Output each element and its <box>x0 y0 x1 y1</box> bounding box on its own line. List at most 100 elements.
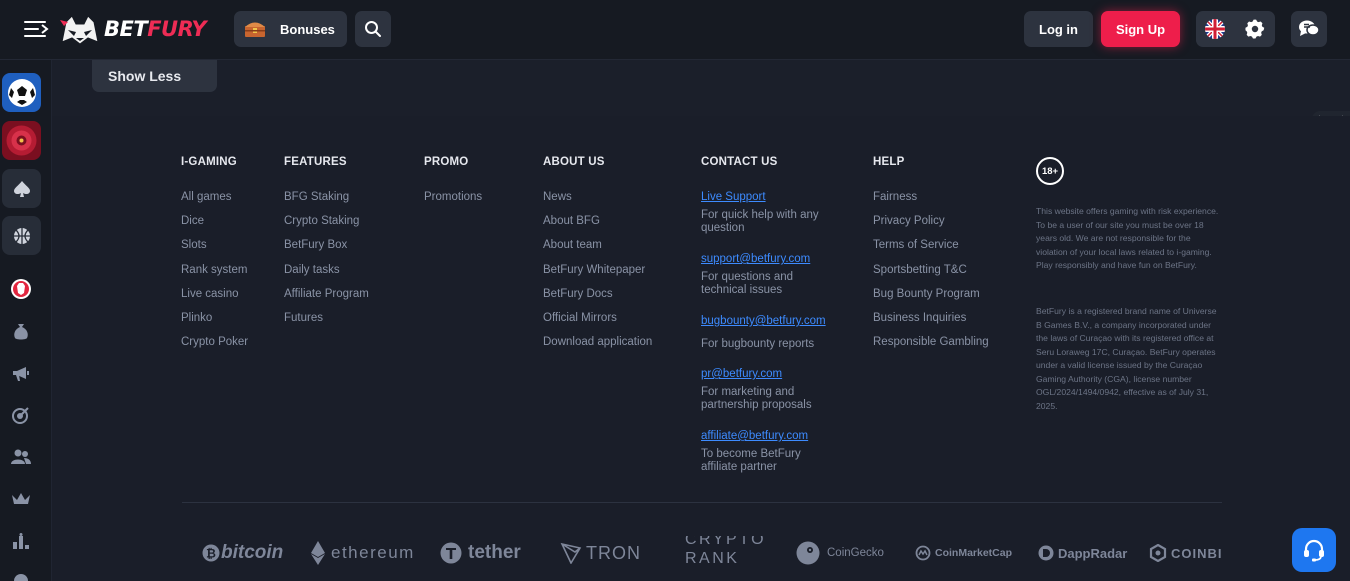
footer-link[interactable]: About BFG <box>543 215 652 229</box>
column-title: CONTACT US <box>701 156 778 168</box>
footer-link[interactable]: Terms of Service <box>873 239 989 253</box>
contact-desc: For marketing and <box>701 386 795 398</box>
footer-link[interactable]: Sportsbetting T&C <box>873 264 989 278</box>
cryptorank-logo: CRYPTO RANK <box>685 536 767 567</box>
signup-button[interactable]: Sign Up <box>1101 11 1180 47</box>
dappradar-icon <box>1038 545 1054 561</box>
footer-link[interactable]: Bug Bounty Program <box>873 288 989 302</box>
contact-desc: For quick help with any <box>701 209 819 221</box>
footer-column-promo: PROMO Promotions <box>424 156 482 215</box>
chat-button[interactable] <box>1291 11 1327 47</box>
svg-text:₿: ₿ <box>206 547 216 561</box>
leaderboard-icon <box>13 533 29 549</box>
soccer-ball-icon <box>2 73 41 112</box>
column-title: ABOUT US <box>543 156 605 168</box>
gear-icon[interactable] <box>1244 18 1266 40</box>
age-restriction-badge: 18+ <box>1036 157 1064 185</box>
footer-link[interactable]: Crypto Staking <box>284 215 369 229</box>
sidebar-item-rank[interactable] <box>10 488 32 510</box>
footer-link[interactable]: Slots <box>181 239 248 253</box>
footer-link[interactable]: BetFury Whitepaper <box>543 264 652 278</box>
show-less-button[interactable]: Show Less <box>92 60 217 92</box>
sidebar-item-tasks[interactable] <box>10 404 32 426</box>
tether-logo: tether <box>440 536 521 570</box>
footer-link[interactable]: Fairness <box>873 191 989 205</box>
bitcoin-logo: ₿ bitcoin <box>202 536 283 570</box>
footer-link[interactable]: Rank system <box>181 264 248 278</box>
footer-column-contact: CONTACT US Live Support For quick help w… <box>701 156 826 474</box>
bugbounty-email-link[interactable]: bugbounty@betfury.com <box>701 315 826 329</box>
legal-company-info: BetFury is a registered brand name of Un… <box>1036 306 1217 411</box>
target-icon <box>12 407 29 424</box>
column-title: FEATURES <box>284 156 347 168</box>
footer-link[interactable]: Dice <box>181 215 248 229</box>
footer-link[interactable]: Promotions <box>424 191 482 205</box>
footer-link[interactable]: BetFury Docs <box>543 288 652 302</box>
footer-link[interactable]: News <box>543 191 652 205</box>
footer-link[interactable]: Download application <box>543 336 652 350</box>
footer-divider <box>182 502 1222 503</box>
betfury-logo[interactable]: BETFURY <box>58 12 207 46</box>
sidebar-item-affiliate[interactable] <box>10 446 32 468</box>
roulette-wheel-icon <box>2 121 41 160</box>
contact-desc: For bugbounty reports <box>701 338 815 350</box>
pr-email-link[interactable]: pr@betfury.com <box>701 368 826 382</box>
sidebar-item-more[interactable] <box>10 570 32 581</box>
tron-icon <box>560 542 582 564</box>
footer-link[interactable]: Crypto Poker <box>181 336 248 350</box>
sidebar-item-moneybag[interactable] <box>10 321 32 343</box>
bonuses-button[interactable]: Bonuses <box>234 11 347 47</box>
sidebar-item-promo[interactable] <box>10 363 32 385</box>
basketball-icon <box>13 227 30 244</box>
column-title: HELP <box>873 156 905 168</box>
left-sidebar <box>0 60 52 581</box>
coinmarketcap-icon <box>915 545 931 561</box>
dappradar-logo: DappRadar <box>1038 536 1127 570</box>
circle-icon <box>14 574 28 581</box>
contact-desc: affiliate partner <box>701 461 777 473</box>
menu-toggle-icon[interactable] <box>24 18 50 40</box>
crown-icon <box>12 493 30 504</box>
sidebar-item-betfury-token[interactable] <box>10 278 32 300</box>
footer-link[interactable]: About team <box>543 239 652 253</box>
sidebar-item-sports[interactable] <box>2 73 41 112</box>
coinbase-logo: COINBI <box>1149 536 1222 570</box>
sidebar-item-leaderboard[interactable] <box>10 530 32 552</box>
footer-link[interactable]: Daily tasks <box>284 264 369 278</box>
coingecko-icon <box>796 541 820 565</box>
support-email-link[interactable]: support@betfury.com <box>701 253 826 267</box>
uk-flag-icon[interactable] <box>1205 19 1226 39</box>
users-icon <box>11 449 31 464</box>
tether-icon <box>440 542 462 564</box>
betfury-coin-icon <box>11 279 31 299</box>
contact-desc: question <box>701 222 745 234</box>
contact-desc: For questions and <box>701 271 794 283</box>
footer-link[interactable]: Futures <box>284 312 369 326</box>
site-footer: I-GAMING All games Dice Slots Rank syste… <box>52 116 1350 581</box>
footer-link[interactable]: Live casino <box>181 288 248 302</box>
footer-link[interactable]: BFG Staking <box>284 191 369 205</box>
treasure-chest-icon <box>245 22 265 37</box>
column-title: PROMO <box>424 156 469 168</box>
footer-link[interactable]: BetFury Box <box>284 239 369 253</box>
sidebar-item-casino[interactable] <box>2 121 41 160</box>
footer-link[interactable]: Privacy Policy <box>873 215 989 229</box>
megaphone-icon <box>13 367 29 381</box>
affiliate-email-link[interactable]: affiliate@betfury.com <box>701 430 826 444</box>
search-icon <box>365 21 381 37</box>
login-button[interactable]: Log in <box>1024 11 1093 47</box>
footer-column-about: ABOUT US News About BFG About team BetFu… <box>543 156 652 360</box>
footer-link[interactable]: Responsible Gambling <box>873 336 989 350</box>
footer-link[interactable]: All games <box>181 191 248 205</box>
contact-desc: technical issues <box>701 284 783 296</box>
footer-link[interactable]: Affiliate Program <box>284 288 369 302</box>
footer-link[interactable]: Plinko <box>181 312 248 326</box>
footer-link[interactable]: Official Mirrors <box>543 312 652 326</box>
sidebar-item-cards[interactable] <box>2 169 41 208</box>
live-support-link[interactable]: Live Support <box>701 191 826 205</box>
live-support-button[interactable] <box>1292 528 1336 572</box>
top-header: BETFURY Bonuses Log in Sign Up <box>0 0 1350 60</box>
search-button[interactable] <box>355 11 391 47</box>
footer-link[interactable]: Business Inquiries <box>873 312 989 326</box>
sidebar-item-sports-basketball[interactable] <box>2 216 41 255</box>
